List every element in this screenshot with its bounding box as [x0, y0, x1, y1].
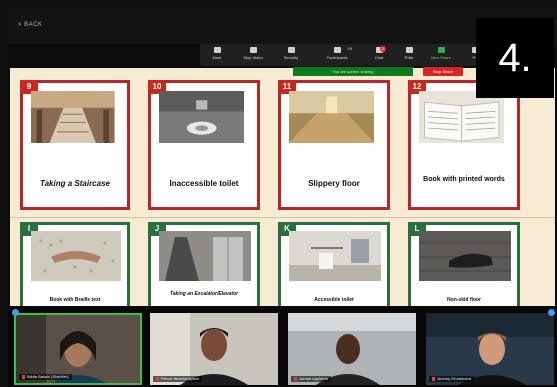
chat-badge: 1 [380, 46, 386, 52]
staircase-photo [31, 91, 115, 143]
braille-book-photo [31, 231, 121, 281]
share-screen-icon [437, 47, 445, 53]
muted-mic-icon [294, 376, 297, 381]
card-caption: Inaccessible toilet [169, 179, 239, 188]
toolbar-security-button[interactable]: Security [278, 46, 304, 64]
card-caption: Non-skid floor [447, 297, 481, 303]
more-participants-icon[interactable] [548, 309, 555, 316]
muted-mic-icon [156, 376, 159, 381]
accessible-toilet-photo [289, 231, 381, 281]
back-link[interactable]: < BACK [18, 22, 43, 28]
spotlight-icon [12, 309, 19, 316]
escalator-photo [159, 231, 251, 281]
shield-icon [287, 47, 295, 53]
card-book-printed-words: 12 Book with printed words [408, 80, 520, 210]
participant-tile[interactable]: Pierce Weatherspoon [150, 313, 278, 385]
participant-count: 29 [347, 46, 352, 51]
printed-book-photo [419, 91, 505, 143]
card-caption: Taking an Escalator/Elevator [169, 291, 239, 297]
participant-video [150, 313, 278, 385]
screen-sharing-indicator: You are screen sharing [293, 67, 413, 76]
toolbar-stop-video-button[interactable]: Stop Video [240, 46, 266, 64]
toolbar-chat-button[interactable]: Chat 1 [366, 46, 392, 64]
participant-tile[interactable]: Jeremy Drummond [426, 313, 554, 385]
participant-name-label: Nikita Bakshi (She/Her) [19, 374, 72, 380]
squat-toilet-photo [159, 91, 245, 143]
toolbar-mute-button[interactable]: Mute [204, 46, 230, 64]
board-divider [10, 217, 555, 218]
participant-name-label: Jordan Appleton [291, 376, 331, 382]
muted-mic-icon [22, 374, 25, 379]
toolbar-polls-button[interactable]: Polls [396, 46, 422, 64]
stop-share-button[interactable]: Stop Share [423, 67, 463, 76]
card-taking-staircase: 9 Taking a Staircase [20, 80, 130, 210]
participant-tile[interactable]: Nikita Bakshi (She/Her) [14, 313, 142, 385]
slippery-floor-photo [289, 91, 375, 143]
participant-tile[interactable]: Jordan Appleton [288, 313, 416, 385]
participants-icon [333, 47, 341, 53]
microphone-icon [213, 47, 221, 53]
step-number: 4. [476, 18, 554, 98]
card-inaccessible-toilet: 10 Inaccessible toilet [148, 80, 260, 210]
card-accessible-toilet: K Accessible toilet [278, 222, 390, 314]
card-caption: Slippery floor [308, 179, 360, 188]
card-caption: Accessible toilet [314, 297, 354, 303]
toolbar-new-share-button[interactable]: New Share [426, 46, 456, 64]
participant-video [426, 313, 554, 385]
participant-video [288, 313, 416, 385]
non-skid-floor-photo [419, 231, 511, 281]
card-non-skid-floor: L Non-skid floor [408, 222, 520, 314]
card-caption: Taking a Staircase [40, 179, 110, 188]
card-caption: Book with printed words [423, 176, 505, 183]
meeting-toolbar: Mute Stop Video Security Participants 29… [200, 44, 500, 66]
participant-name-label: Pierce Weatherspoon [153, 376, 203, 382]
card-slippery-floor: 11 Slippery floor [278, 80, 390, 210]
polls-icon [405, 47, 413, 53]
card-escalator-elevator: J Taking an Escalator/Elevator [148, 222, 260, 314]
card-caption: Book with Braille text [49, 297, 101, 303]
muted-mic-icon [432, 376, 435, 381]
participant-name-label: Jeremy Drummond [429, 376, 475, 382]
video-camera-icon [249, 47, 257, 53]
zoom-top-bar [8, 8, 557, 44]
toolbar-participants-button[interactable]: Participants 29 [320, 46, 354, 64]
card-braille-book: I Book with Braille text [20, 222, 130, 314]
